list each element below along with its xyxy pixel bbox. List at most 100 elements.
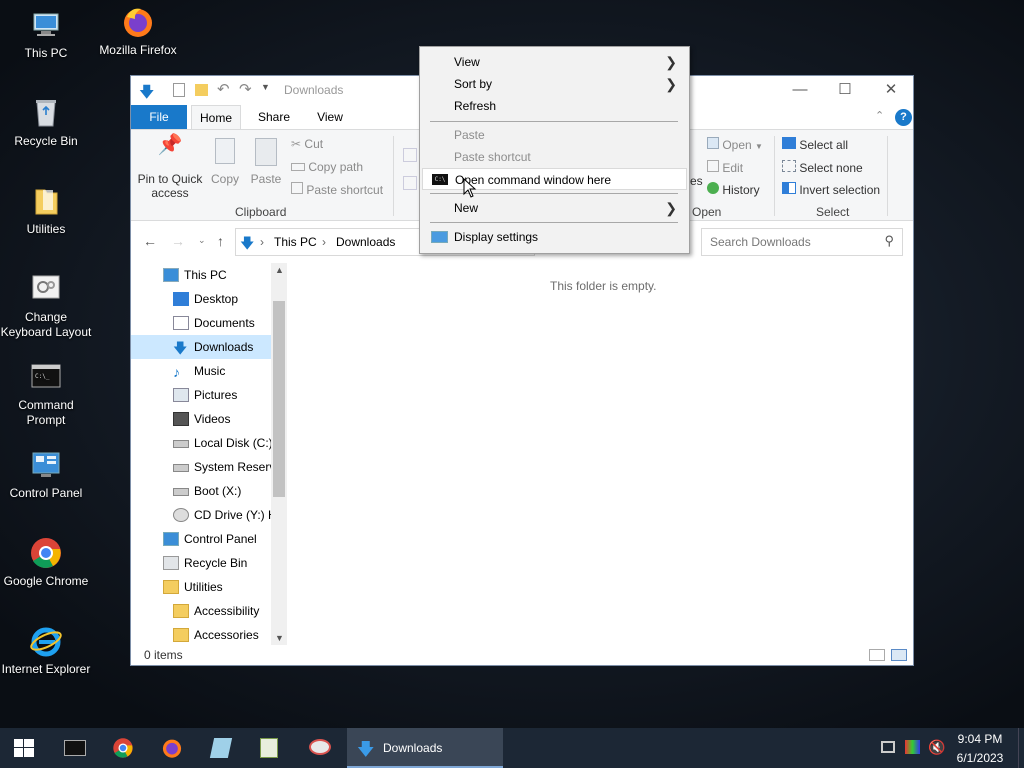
collapse-ribbon-icon[interactable]: ⌃: [875, 109, 884, 122]
taskbar-task-manager[interactable]: [246, 728, 294, 768]
taskbar-command-prompt[interactable]: [50, 728, 98, 768]
breadcrumb-downloads[interactable]: Downloads: [336, 235, 395, 249]
nav-item[interactable]: Utilities: [131, 575, 271, 599]
nav-item[interactable]: ♪ Music: [131, 359, 271, 383]
desktop-icon-chrome[interactable]: Google Chrome: [0, 536, 92, 589]
taskbar-paint[interactable]: [296, 728, 344, 768]
navigation-pane[interactable]: This PC Desktop Documents 🡇 Downloads ♪ Music P…: [131, 263, 287, 645]
scroll-thumb[interactable]: [273, 301, 285, 497]
scroll-down-icon[interactable]: ▼: [275, 633, 284, 643]
tab-view[interactable]: View: [305, 105, 355, 129]
select-all-label: Select all: [799, 138, 849, 152]
nav-item[interactable]: Accessibility: [131, 599, 271, 623]
minimize-button[interactable]: —: [782, 80, 818, 100]
recent-locations-icon[interactable]: ⌄: [198, 235, 206, 246]
search-box[interactable]: Search Downloads ⚲: [701, 228, 903, 256]
search-input[interactable]: Search Downloads: [710, 235, 811, 249]
folder-icon: [173, 628, 189, 642]
nav-item[interactable]: Local Disk (C:): [131, 431, 271, 455]
select-none-button[interactable]: Select none: [782, 160, 863, 175]
nav-item[interactable]: Videos: [131, 407, 271, 431]
taskbar-firefox[interactable]: [148, 728, 196, 768]
nav-item-label: Desktop: [194, 292, 239, 306]
copy-path-button[interactable]: Copy path: [291, 160, 363, 174]
properties-icon[interactable]: [173, 83, 185, 97]
undo-icon[interactable]: ↶: [217, 80, 230, 98]
nav-item-label: CD Drive (Y:) H: [194, 508, 271, 522]
desktop-icon-internet-explorer[interactable]: Internet Explorer: [0, 624, 92, 677]
taskbar-downloads[interactable]: 🡇 Downloads: [347, 728, 503, 768]
desktop-icon-command-prompt[interactable]: C:\_ Command Prompt: [0, 360, 92, 428]
edit-button[interactable]: Edit: [707, 160, 743, 175]
paste-shortcut-button[interactable]: Paste shortcut: [291, 182, 383, 197]
command-prompt-icon: C:\: [432, 174, 448, 185]
desktop-icon-label: Google Chrome: [3, 574, 89, 588]
up-icon[interactable]: ↑: [217, 233, 224, 249]
back-icon[interactable]: ←: [143, 233, 157, 249]
nav-item-label: Boot (X:): [194, 484, 242, 498]
nav-scrollbar[interactable]: ▲ ▼: [271, 263, 287, 645]
menu-item-open-command-window[interactable]: C:\ Open command window here: [422, 168, 687, 190]
desktop-icon-recycle-bin[interactable]: Recycle Bin: [0, 96, 92, 149]
open-button[interactable]: Open ▼: [707, 137, 763, 154]
menu-item-new[interactable]: New ❯: [422, 197, 687, 219]
close-button[interactable]: ✕: [873, 80, 909, 100]
tab-file[interactable]: File: [131, 105, 187, 129]
help-icon[interactable]: ?: [895, 109, 912, 126]
nav-item[interactable]: Desktop: [131, 287, 271, 311]
paste-label: Paste: [454, 128, 485, 142]
breadcrumb-this-pc[interactable]: This PC: [274, 235, 317, 249]
customize-qat-icon[interactable]: ▼: [261, 82, 270, 92]
start-button[interactable]: [0, 728, 48, 768]
nav-item[interactable]: This PC: [131, 263, 271, 287]
scroll-up-icon[interactable]: ▲: [275, 265, 284, 275]
menu-item-sort-by[interactable]: Sort by ❯: [422, 73, 687, 95]
redo-icon[interactable]: ↷: [239, 80, 252, 98]
volume-muted-icon[interactable]: 🔇: [928, 739, 945, 756]
cut-button[interactable]: ✂ Cut: [291, 137, 323, 151]
select-all-button[interactable]: Select all: [782, 137, 848, 152]
copy-to-icon: [403, 176, 417, 190]
nav-item[interactable]: Recycle Bin: [131, 551, 271, 575]
pin-icon: 📌: [157, 134, 183, 156]
desktop-icon-utilities[interactable]: Utilities: [0, 184, 92, 237]
details-view-icon[interactable]: [869, 649, 885, 661]
forward-icon[interactable]: →: [171, 233, 185, 249]
folder-icon: [35, 189, 58, 215]
history-button[interactable]: History: [707, 182, 760, 197]
clock[interactable]: 9:04 PM 6/1/2023: [950, 731, 1010, 766]
tab-share[interactable]: Share: [249, 105, 299, 129]
paste-button[interactable]: Paste: [247, 138, 285, 186]
nav-item[interactable]: Pictures: [131, 383, 271, 407]
desktop-icon-control-panel[interactable]: Control Panel: [0, 448, 92, 501]
maximize-button[interactable]: ☐: [827, 80, 863, 100]
nav-item[interactable]: Accessories: [131, 623, 271, 645]
nav-item[interactable]: Documents: [131, 311, 271, 335]
menu-item-paste[interactable]: Paste: [422, 124, 687, 146]
menu-item-paste-shortcut[interactable]: Paste shortcut: [422, 146, 687, 168]
menu-item-view[interactable]: View ❯: [422, 51, 687, 73]
nav-item[interactable]: System Reserve: [131, 455, 271, 479]
menu-item-refresh[interactable]: Refresh: [422, 95, 687, 117]
tab-home[interactable]: Home: [191, 105, 241, 129]
color-icon[interactable]: [905, 740, 920, 754]
menu-item-display-settings[interactable]: Display settings: [422, 226, 687, 248]
invert-selection-button[interactable]: Invert selection: [782, 182, 880, 197]
chevron-right-icon: ❯: [665, 200, 677, 216]
copy-label: Copy: [210, 172, 239, 186]
desktop-icon-firefox[interactable]: Mozilla Firefox: [92, 5, 184, 58]
nav-item[interactable]: Control Panel: [131, 527, 271, 551]
nav-item[interactable]: Boot (X:): [131, 479, 271, 503]
show-desktop-button[interactable]: [1018, 728, 1024, 768]
nav-item[interactable]: 🡇 Downloads: [131, 335, 271, 359]
nav-item[interactable]: CD Drive (Y:) H: [131, 503, 271, 527]
large-icons-view-icon[interactable]: [891, 649, 907, 661]
desktop-icon-this-pc[interactable]: This PC: [0, 8, 92, 61]
pin-quick-access-button[interactable]: 📌 Pin to Quick access: [137, 134, 203, 200]
desktop-icon-keyboard-layout[interactable]: Change Keyboard Layout: [0, 272, 92, 340]
taskbar-notepad[interactable]: [197, 728, 245, 768]
taskbar-chrome[interactable]: [99, 728, 147, 768]
network-icon[interactable]: [881, 741, 895, 753]
copy-button[interactable]: Copy: [207, 138, 243, 186]
new-folder-icon[interactable]: [195, 84, 208, 96]
